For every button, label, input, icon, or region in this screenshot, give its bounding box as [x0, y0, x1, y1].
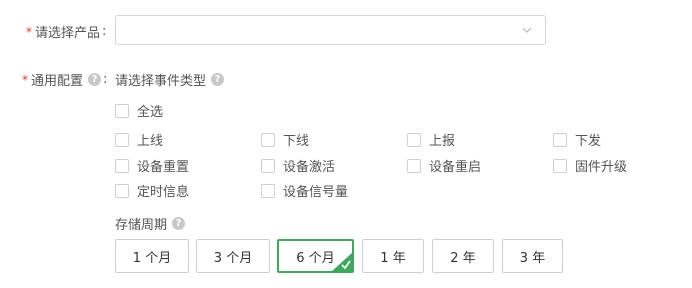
- checkbox-box[interactable]: [407, 132, 421, 147]
- checkbox-box[interactable]: [407, 158, 421, 173]
- event-type-hint-row: 请选择事件类型 ?: [115, 70, 225, 89]
- checkbox-box[interactable]: [115, 183, 129, 198]
- storage-label-row: 存储周期 ?: [115, 214, 186, 233]
- checkbox-label: 固件升级: [575, 160, 628, 175]
- checkbox-box[interactable]: [261, 183, 275, 198]
- product-label-row: * 请选择产品 :: [26, 22, 106, 41]
- chevron-down-icon: [522, 27, 532, 33]
- event-checkbox[interactable]: 固件升级: [553, 156, 627, 175]
- common-config-label-row: * 通用配置 ? :: [22, 70, 107, 89]
- event-type-hint: 请选择事件类型: [115, 74, 207, 89]
- common-config-label: 通用配置: [31, 74, 84, 89]
- checkbox-label: 全选: [137, 105, 164, 120]
- event-checkbox[interactable]: 设备激活: [261, 156, 335, 175]
- period-option-2-years[interactable]: 2 年: [432, 239, 494, 273]
- checkbox-label: 下线: [283, 134, 310, 149]
- required-mark: *: [22, 72, 28, 87]
- checkbox-label: 设备重置: [137, 160, 190, 175]
- checkbox-label: 设备激活: [283, 160, 336, 175]
- period-option-label: 3 年: [519, 250, 546, 266]
- event-checkbox[interactable]: 设备重启: [407, 156, 481, 175]
- common-config-colon: :: [103, 72, 108, 87]
- checkbox-box[interactable]: [553, 132, 567, 147]
- product-select[interactable]: [115, 15, 546, 45]
- storage-period-label: 存储周期: [115, 218, 168, 233]
- checkbox-label: 上报: [429, 134, 456, 149]
- checkbox-box[interactable]: [261, 158, 275, 173]
- selected-check-icon: [331, 252, 353, 272]
- checkbox-box[interactable]: [553, 158, 567, 173]
- help-icon[interactable]: ?: [88, 73, 102, 86]
- event-checkbox[interactable]: 下发: [553, 130, 601, 149]
- checkbox-box[interactable]: [115, 103, 129, 118]
- checkbox-box[interactable]: [115, 158, 129, 173]
- checkbox-box[interactable]: [261, 132, 275, 147]
- period-option-6-months[interactable]: 6 个月: [277, 239, 354, 273]
- product-label: 请选择产品: [35, 26, 101, 41]
- event-checkbox[interactable]: 上报: [407, 130, 455, 149]
- event-checkbox[interactable]: 上线: [115, 130, 163, 149]
- help-icon[interactable]: ?: [172, 217, 186, 230]
- event-checkbox[interactable]: 设备重置: [115, 156, 189, 175]
- period-option-1-year[interactable]: 1 年: [362, 239, 424, 273]
- period-option-label: 6 个月: [296, 250, 335, 266]
- required-mark: *: [26, 24, 32, 39]
- checkbox-box[interactable]: [115, 132, 129, 147]
- event-checkbox[interactable]: 定时信息: [115, 181, 189, 200]
- period-option-label: 1 年: [380, 250, 406, 266]
- period-option-label: 3 个月: [213, 250, 253, 266]
- select-all-checkbox[interactable]: 全选: [115, 101, 163, 120]
- period-option-label: 1 个月: [132, 250, 172, 266]
- product-colon: :: [102, 24, 107, 39]
- event-checkbox[interactable]: 下线: [261, 130, 309, 149]
- event-checkbox[interactable]: 设备信号量: [261, 181, 348, 200]
- checkbox-label: 定时信息: [137, 185, 190, 200]
- period-option-label: 2 年: [450, 250, 476, 266]
- help-icon[interactable]: ?: [211, 73, 225, 86]
- period-option-1-month[interactable]: 1 个月: [115, 239, 189, 273]
- checkbox-label: 设备重启: [429, 160, 482, 175]
- period-option-3-years[interactable]: 3 年: [502, 239, 563, 273]
- checkbox-label: 下发: [575, 134, 602, 149]
- period-option-3-months[interactable]: 3 个月: [196, 239, 270, 273]
- checkbox-label: 设备信号量: [283, 185, 349, 200]
- checkbox-label: 上线: [137, 134, 164, 149]
